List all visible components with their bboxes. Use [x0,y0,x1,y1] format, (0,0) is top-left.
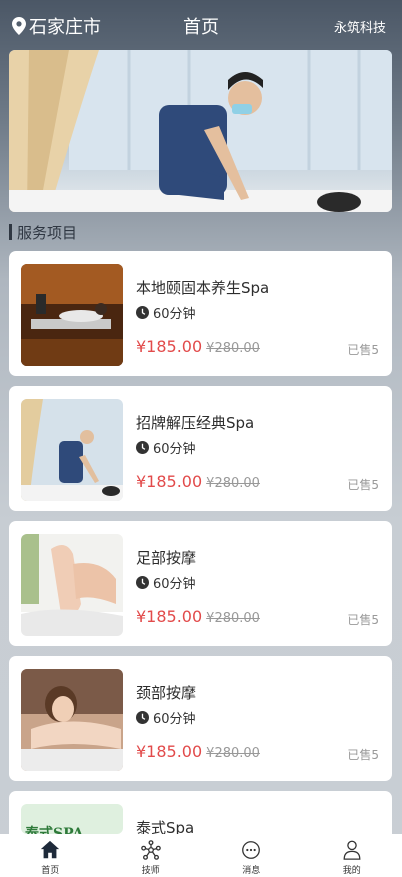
price-block: ¥185.00 ¥280.00 [136,472,260,491]
section-title: 服务项目 [17,223,78,242]
current-price: ¥185.00 [136,337,203,356]
tab-label: 消息 [242,866,261,876]
service-name: 招牌解压经典Spa [136,414,255,432]
duration-text: 60分钟 [153,577,196,592]
service-card[interactable]: 颈部按摩 60分钟 ¥185.00 ¥280.00 已售5 [9,656,392,781]
duration-text: 60分钟 [153,442,196,457]
banner-image[interactable] [9,50,392,212]
chat-icon [242,841,261,859]
current-price: ¥185.00 [136,742,203,761]
tab-label: 首页 [41,866,60,876]
service-card[interactable]: 本地颐固本养生Spa 60分钟 ¥185.00 ¥280.00 已售5 [9,251,392,376]
clock-icon [136,306,149,319]
service-card[interactable]: 足部按摩 60分钟 ¥185.00 ¥280.00 已售5 [9,521,392,646]
duration-text: 60分钟 [153,307,196,322]
service-name: 足部按摩 [136,549,197,567]
price-block: ¥185.00 ¥280.00 [136,607,260,626]
service-duration: 60分钟 [136,708,196,727]
tab-home[interactable]: 首页 [0,834,101,877]
clock-icon [136,711,149,724]
section-bar [9,224,12,240]
original-price: ¥280.00 [206,746,260,761]
tab-technicians[interactable]: 技师 [101,834,202,877]
thumb-logo-text: 泰式SPA [24,825,85,834]
current-price: ¥185.00 [136,472,203,491]
service-thumbnail [21,399,123,501]
tab-profile[interactable]: 我的 [302,834,402,877]
service-thumbnail [21,534,123,636]
tab-messages[interactable]: 消息 [201,834,302,877]
tab-label: 我的 [342,866,361,876]
current-price: ¥185.00 [136,607,203,626]
sold-count: 已售5 [347,748,379,762]
service-thumbnail: 泰式SPA [21,804,123,834]
service-thumbnail [21,264,123,366]
bottom-tab-bar: 首页 技师 消息 我的 [0,834,402,877]
service-card[interactable]: 招牌解压经典Spa 60分钟 ¥185.00 ¥280.00 已售5 [9,386,392,511]
price-block: ¥185.00 ¥280.00 [136,742,260,761]
service-name: 本地颐固本养生Spa [136,279,270,297]
brand-name: 永筑科技 [333,21,386,36]
user-icon [343,840,361,860]
original-price: ¥280.00 [206,476,260,491]
top-bar: 石家庄市 首页 永筑科技 [0,0,402,50]
network-icon [140,840,161,860]
clock-icon [136,576,149,589]
home-icon [41,840,60,859]
service-duration: 60分钟 [136,573,196,592]
original-price: ¥280.00 [206,341,260,356]
section-header: 服务项目 [9,221,77,243]
tab-label: 技师 [141,866,160,876]
sold-count: 已售5 [347,478,379,492]
sold-count: 已售5 [347,343,379,357]
clock-icon [136,441,149,454]
service-thumbnail [21,669,123,771]
original-price: ¥280.00 [206,611,260,626]
massage-illustration [9,50,392,212]
sold-count: 已售5 [347,613,379,627]
service-duration: 60分钟 [136,303,196,322]
duration-text: 60分钟 [153,712,196,727]
service-name: 颈部按摩 [136,684,197,702]
price-block: ¥185.00 ¥280.00 [136,337,260,356]
service-duration: 60分钟 [136,438,196,457]
